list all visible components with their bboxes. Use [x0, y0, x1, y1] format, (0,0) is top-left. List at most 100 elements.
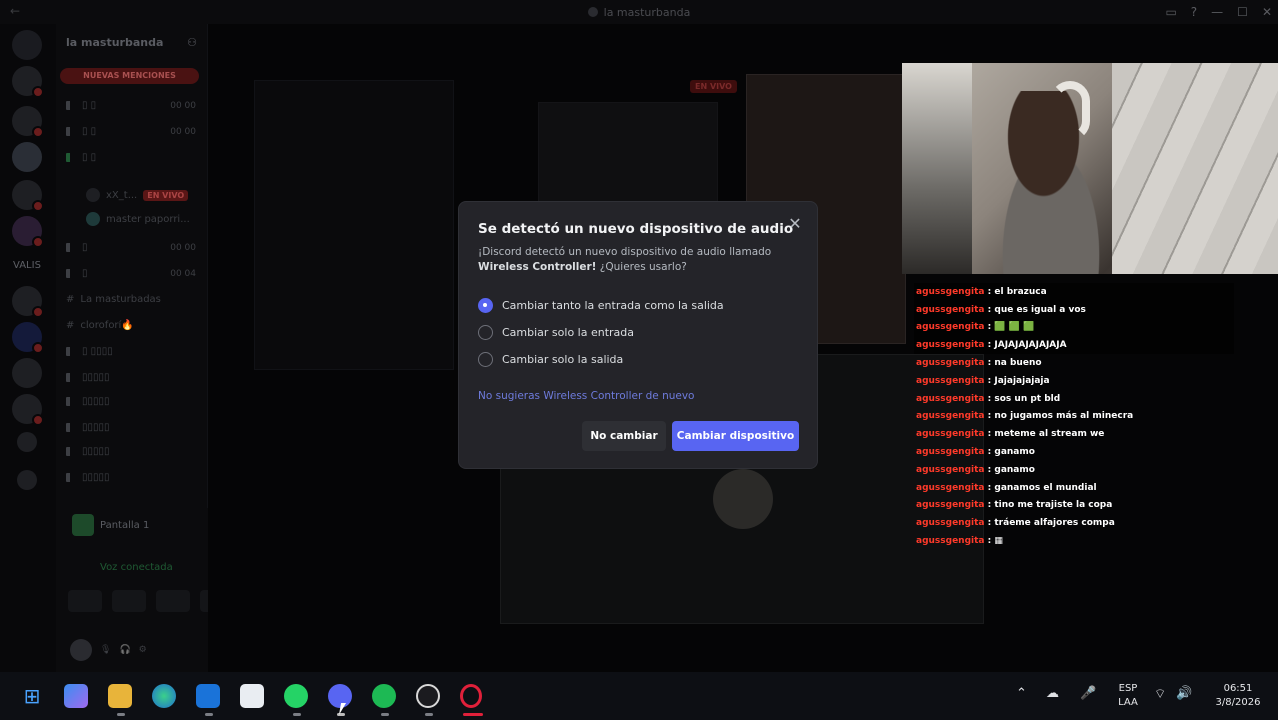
voice-user-row[interactable]: master paporri...	[86, 212, 196, 226]
chat-nick: agussgengita	[916, 393, 985, 404]
option-input-only[interactable]: Cambiar solo la entrada	[478, 325, 634, 340]
volume-icon[interactable]: 🔊	[1176, 686, 1192, 701]
activities-button[interactable]	[156, 590, 190, 612]
chat-message: agussgengita : el brazuca	[914, 283, 1234, 301]
screen-share-button[interactable]	[112, 590, 146, 612]
chat-message: agussgengita : ganamo	[914, 461, 1234, 479]
live-user-row[interactable]: xX_t... EN VIVO	[86, 188, 196, 202]
voice-channel[interactable]: ▯ ▯ 00 00	[66, 100, 196, 111]
webcam-overlay	[902, 63, 1278, 274]
chat-nick: agussgengita	[916, 286, 985, 297]
chat-nick: agussgengita	[916, 447, 985, 458]
server-icon[interactable]	[12, 66, 44, 98]
cloud-icon[interactable]: ☁	[1046, 686, 1059, 701]
dialog-title: Se detectó un nuevo dispositivo de audio	[478, 221, 794, 237]
radio-icon[interactable]	[478, 325, 493, 340]
change-device-button[interactable]: Cambiar dispositivo	[672, 421, 799, 451]
back-arrow-icon[interactable]: ←	[10, 4, 20, 18]
voice-channel[interactable]: ▯▯▯▯▯	[66, 396, 196, 407]
server-icon[interactable]	[12, 180, 44, 212]
chat-text: ganamo	[994, 447, 1035, 458]
settings-icon[interactable]: ⚙	[139, 645, 147, 655]
chat-nick: agussgengita	[916, 304, 985, 315]
edge-icon[interactable]	[152, 684, 176, 708]
wifi-icon[interactable]: ⌔	[1154, 686, 1166, 702]
whatsapp-icon[interactable]	[284, 684, 308, 708]
voice-channel[interactable]: ▯▯▯▯▯	[66, 372, 196, 383]
outlook-icon[interactable]	[196, 684, 220, 708]
hash-icon: #	[66, 320, 75, 331]
chat-nick: agussgengita	[916, 518, 985, 529]
file-explorer-icon[interactable]	[108, 684, 132, 708]
direct-messages-icon[interactable]	[12, 30, 42, 60]
chat-message: agussgengita : sos un pt bld	[914, 390, 1234, 408]
screen-share-row[interactable]: Pantalla 1	[72, 514, 149, 536]
server-icon[interactable]	[12, 216, 44, 248]
widgets-icon[interactable]	[64, 684, 88, 708]
server-icon[interactable]	[12, 286, 44, 318]
language-indicator[interactable]: ESP LAA	[1113, 682, 1143, 710]
chat-separator: :	[984, 500, 995, 511]
headphones-icon[interactable]: 🎧	[119, 645, 130, 655]
voice-channel[interactable]: ▯▯▯▯▯	[66, 472, 196, 483]
live-badge: EN VIVO	[143, 189, 189, 201]
chat-message: agussgengita : ▦	[914, 532, 1234, 550]
download-icon[interactable]	[17, 470, 37, 490]
chat-text: ▦	[994, 536, 1003, 547]
chat-nick: agussgengita	[916, 322, 985, 333]
chat-text: JAJAJAJAJAJAJA	[994, 340, 1067, 351]
text-channel[interactable]: # La masturbadas	[66, 294, 196, 305]
help-icon[interactable]: ?	[1191, 5, 1197, 19]
microphone-icon[interactable]: 🎤	[1080, 686, 1096, 701]
server-icon[interactable]	[12, 358, 42, 388]
new-mentions-pill[interactable]: NUEVAS MENCIONES	[60, 68, 199, 84]
server-icon[interactable]	[12, 322, 44, 354]
voice-channel-active[interactable]: ▯ ▯	[66, 152, 196, 163]
voice-channel[interactable]: ▯▯▯▯▯	[66, 446, 196, 457]
avatar[interactable]	[70, 639, 92, 661]
clock[interactable]: 06:51 3/8/2026	[1206, 682, 1270, 710]
text-channel[interactable]: # cloroforí🔥	[66, 320, 196, 331]
voice-panel: Pantalla 1 Voz conectada 🎙 🎧 ⚙	[56, 508, 234, 672]
discover-icon[interactable]	[17, 432, 37, 452]
server-icon[interactable]	[12, 142, 42, 172]
voice-channel[interactable]: ▯ ▯ 00 00	[66, 126, 196, 137]
stream-tile[interactable]	[538, 102, 718, 202]
radio-icon[interactable]	[478, 352, 493, 367]
folder-label: VALIS	[13, 260, 41, 271]
dialog-description: ¡Discord detectó un nuevo dispositivo de…	[478, 246, 772, 273]
camera-button[interactable]	[68, 590, 102, 612]
chat-separator: :	[984, 340, 995, 351]
inbox-icon[interactable]: ▭	[1165, 5, 1176, 19]
obs-icon[interactable]	[416, 684, 440, 708]
voice-channel[interactable]: ▯ 00 00	[66, 242, 196, 253]
voice-channel[interactable]: ▯ ▯▯▯▯	[66, 346, 196, 357]
option-output-only[interactable]: Cambiar solo la salida	[478, 352, 623, 367]
mic-icon[interactable]: 🎙	[100, 645, 111, 655]
close-window-button[interactable]: ✕	[1262, 5, 1272, 19]
server-header[interactable]: la masturbanda ⚇	[56, 24, 207, 60]
server-icon[interactable]	[12, 106, 44, 138]
chat-nick: agussgengita	[916, 375, 985, 386]
voice-channel[interactable]: ▯▯▯▯▯	[66, 422, 196, 433]
server-icon[interactable]	[12, 394, 44, 426]
add-member-icon[interactable]: ⚇	[187, 36, 197, 49]
store-icon[interactable]	[240, 684, 264, 708]
chevron-up-icon[interactable]: ⌃	[1016, 686, 1027, 701]
radio-selected-icon[interactable]	[478, 298, 493, 313]
start-icon[interactable]: ⊞	[20, 684, 44, 708]
dont-change-button[interactable]: No cambiar	[582, 421, 666, 451]
chat-message: agussgengita : tráeme alfajores compa	[914, 514, 1234, 532]
spotify-icon[interactable]	[372, 684, 396, 708]
avatar	[713, 469, 773, 529]
option-both[interactable]: Cambiar tanto la entrada como la salida	[478, 298, 724, 313]
shared-screen-preview[interactable]	[254, 80, 454, 370]
maximize-button[interactable]: ☐	[1237, 5, 1248, 19]
dont-suggest-link[interactable]: No sugieras Wireless Controller de nuevo	[478, 390, 694, 402]
chat-text: na bueno	[994, 358, 1042, 369]
minimize-button[interactable]: —	[1211, 5, 1223, 19]
opera-icon[interactable]	[460, 684, 482, 708]
voice-channel[interactable]: ▯ 00 04	[66, 268, 196, 279]
audio-device-dialog: Se detectó un nuevo dispositivo de audio…	[459, 202, 817, 468]
close-icon[interactable]: ✕	[787, 216, 803, 232]
